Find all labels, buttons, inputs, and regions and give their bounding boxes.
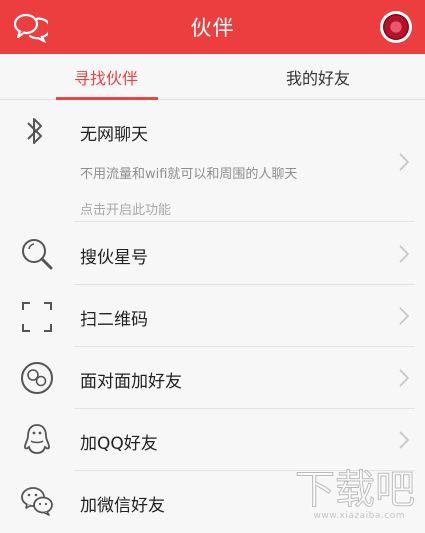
page-title: 伙伴 (190, 16, 235, 40)
divider (74, 221, 415, 222)
top-bar: 伙伴 (0, 0, 425, 54)
wechat-icon (21, 487, 53, 516)
item-label: 加微信好友 (80, 496, 165, 516)
item-description: 不用流量和wifi就可以和周围的人聊天 (80, 167, 298, 182)
avatar-image (383, 14, 409, 40)
list-item-offline-chat[interactable]: 无网聊天 不用流量和wifi就可以和周围的人聊天 点击开启此功能 (0, 100, 425, 222)
item-label: 无网聊天 (80, 125, 148, 145)
chevron-right-icon (399, 153, 409, 171)
chevron-right-icon (399, 431, 409, 449)
qq-penguin-icon (24, 424, 50, 454)
avatar[interactable] (380, 11, 412, 43)
chat-bubbles-icon[interactable] (12, 11, 48, 43)
watermark-url: www.xiazaiba.com (313, 511, 405, 521)
search-icon (22, 239, 53, 270)
bluetooth-icon (27, 118, 42, 144)
chevron-right-icon (399, 245, 409, 263)
scan-frame-icon (22, 302, 52, 332)
face-to-face-icon (21, 362, 53, 394)
chevron-right-icon (399, 369, 409, 387)
svg-text:下载吧: 下载吧 (295, 467, 415, 511)
item-hint[interactable]: 点击开启此功能 (80, 199, 171, 218)
tab-bar: 寻找伙伴 我的好友 (0, 54, 425, 100)
item-label: 面对面加好友 (80, 372, 182, 392)
item-label: 扫二维码 (80, 310, 148, 330)
tab-my-friends[interactable]: 我的好友 (212, 54, 424, 100)
list-item-face-to-face[interactable]: 面对面加好友 (0, 347, 425, 409)
watermark-logo-icon: 下载吧 下载吧 (294, 466, 417, 515)
list-item-scan-qr[interactable]: 扫二维码 (0, 285, 425, 347)
watermark: 下载吧 下载吧 www.xiazaiba.com (291, 463, 419, 523)
list-item-search-id[interactable]: 搜伙星号 (0, 223, 425, 285)
item-label: 搜伙星号 (80, 248, 148, 268)
chevron-right-icon (399, 307, 409, 325)
tab-find-partners[interactable]: 寻找伙伴 (0, 54, 212, 100)
item-label: 加QQ好友 (80, 434, 158, 454)
list-item-add-qq-friends[interactable]: 加QQ好友 (0, 409, 425, 471)
